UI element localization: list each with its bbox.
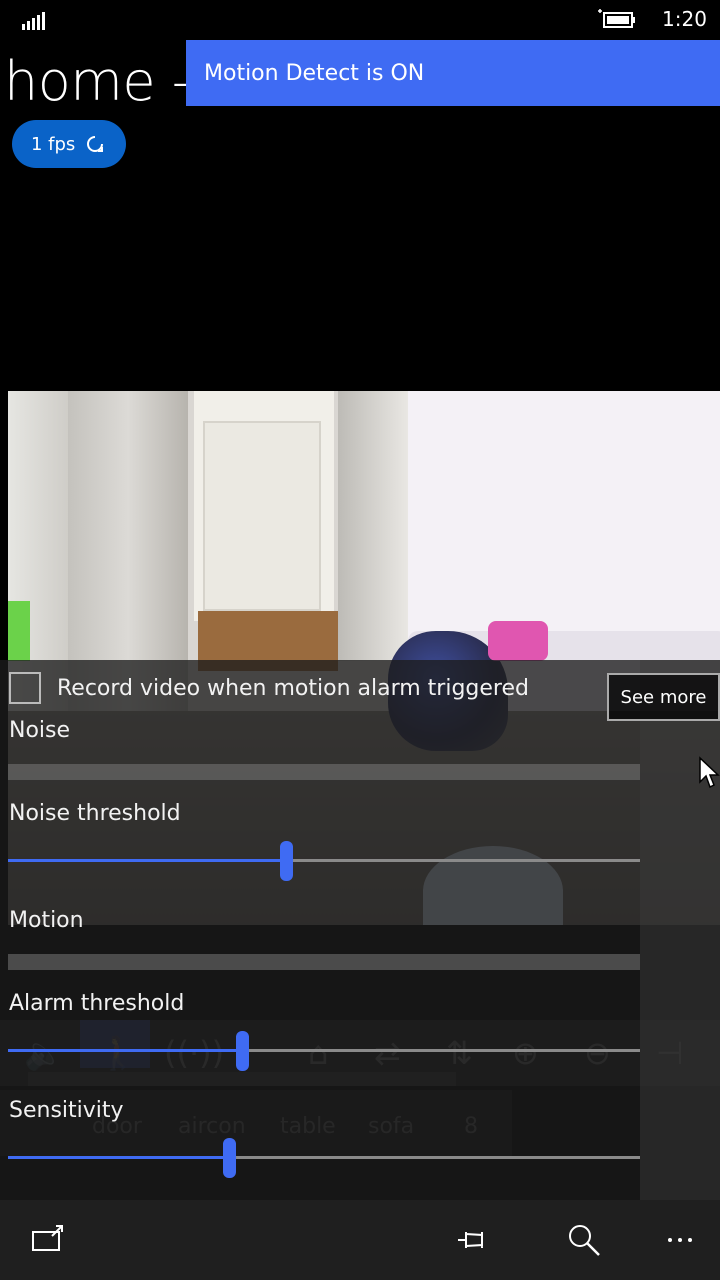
signal-strength-icon [22,10,46,30]
record-video-label: Record video when motion alarm triggered [57,675,529,701]
more-icon[interactable] [664,1222,700,1258]
sensitivity-thumb[interactable] [223,1138,236,1178]
select-icon[interactable] [30,1222,66,1258]
record-video-checkbox[interactable] [9,672,41,704]
fps-button[interactable]: 1 fps [12,120,126,168]
toast-text: Motion Detect is ON [204,60,425,86]
sensitivity-label: Sensitivity [9,1098,124,1123]
noise-meter [8,764,640,780]
mouse-cursor-icon [699,756,720,789]
battery-charging-icon [598,9,635,28]
clock: 1:20 [662,7,707,31]
noise-threshold-label: Noise threshold [9,801,181,826]
fps-label: 1 fps [31,133,76,155]
alarm-threshold-slider[interactable] [8,1031,640,1071]
record-video-option[interactable]: Record video when motion alarm triggered [9,672,529,704]
see-more-button[interactable]: See more [607,673,720,721]
noise-threshold-thumb[interactable] [280,841,293,881]
motion-detect-toast[interactable]: Motion Detect is ON [186,40,720,106]
panel-side-strip [640,660,720,1200]
noise-threshold-slider[interactable] [8,841,640,881]
alarm-threshold-thumb[interactable] [236,1031,249,1071]
motion-meter [8,954,640,970]
status-bar: 1:20 [0,0,720,40]
motion-label: Motion [9,908,84,933]
sensitivity-slider[interactable] [8,1138,640,1178]
noise-label: Noise [9,718,71,743]
refresh-icon [87,136,104,152]
search-icon[interactable] [566,1222,602,1258]
page-title: home - [4,50,191,113]
app-bar [0,1200,720,1280]
alarm-threshold-label: Alarm threshold [9,991,185,1016]
pin-icon[interactable] [454,1222,490,1258]
